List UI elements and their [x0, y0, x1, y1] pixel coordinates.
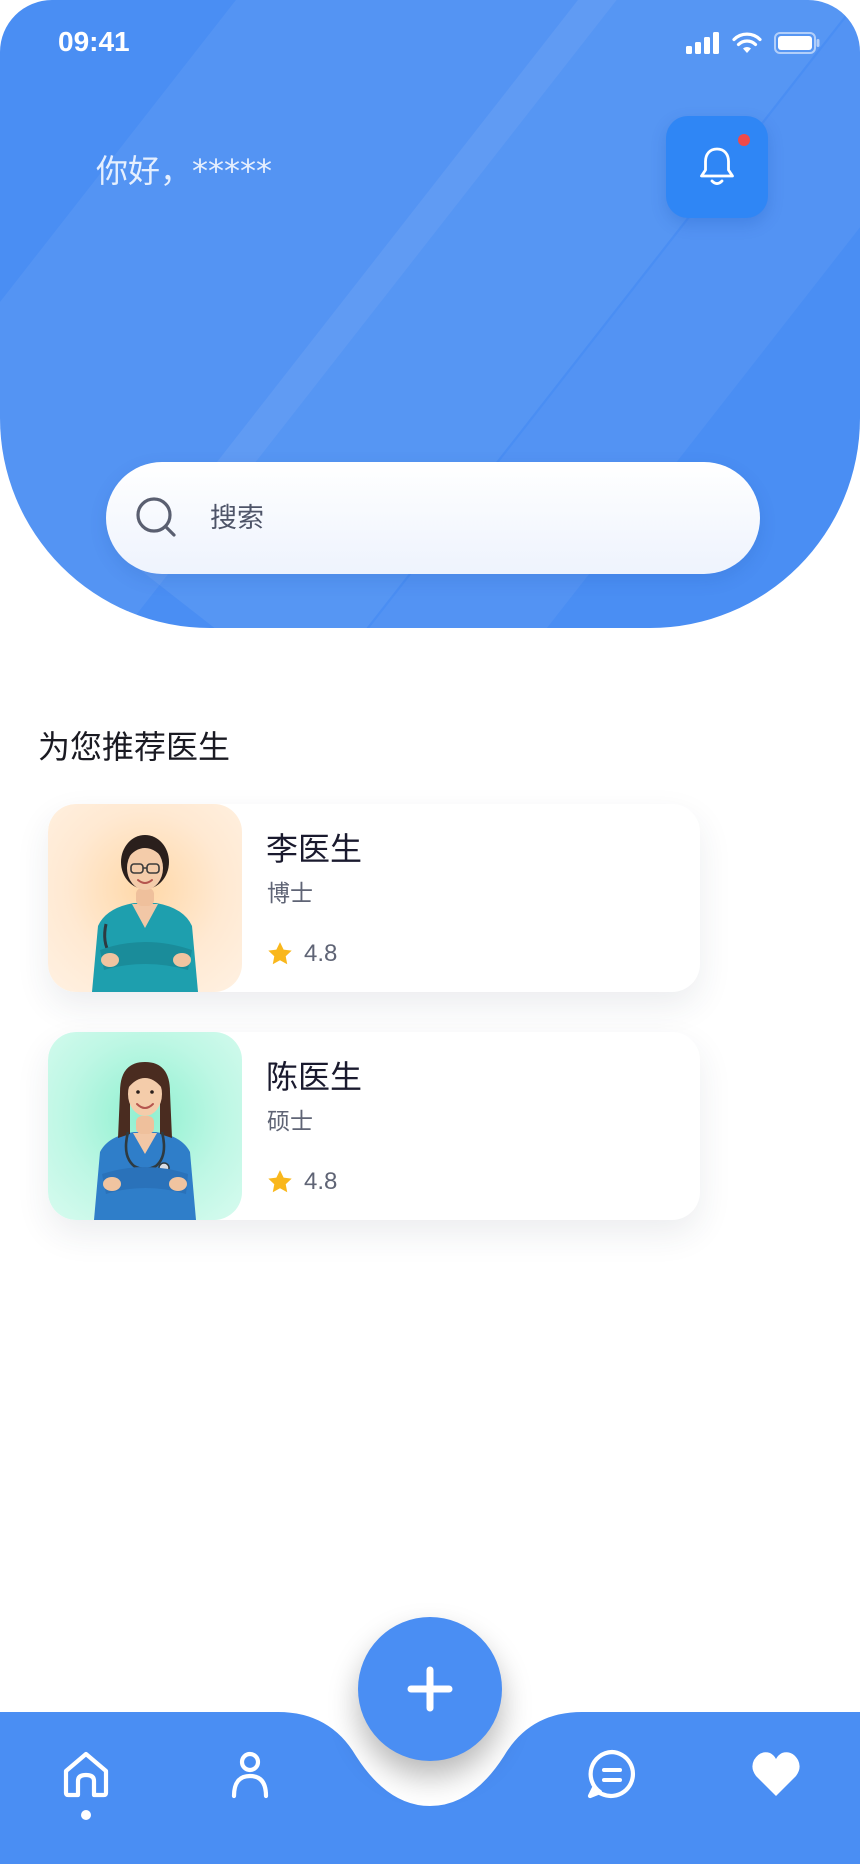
doctor-photo [48, 804, 242, 992]
signal-icon [686, 32, 719, 54]
chat-icon [587, 1749, 636, 1799]
doctor-name: 李医生 [266, 830, 363, 868]
search-input[interactable] [210, 502, 730, 534]
bell-icon [700, 147, 734, 185]
notification-button[interactable] [666, 116, 768, 218]
star-icon [268, 942, 292, 965]
greeting-text: 你好，***** [96, 152, 273, 190]
status-icons [686, 32, 820, 54]
doctor-degree: 硕士 [267, 1109, 313, 1135]
rating-value: 4.8 [304, 1168, 338, 1195]
star-icon [268, 1170, 292, 1193]
search-icon [136, 497, 176, 537]
profile-icon [231, 1751, 269, 1799]
doctor-card[interactable]: 陈医生 硕士 4.8 [48, 1032, 700, 1220]
doctor-name: 陈医生 [266, 1058, 363, 1096]
rating-value: 4.8 [304, 940, 338, 967]
doctor-card[interactable]: 李医生 博士 4.8 [48, 804, 700, 992]
notification-dot [738, 134, 750, 146]
doctor-photo [48, 1032, 242, 1220]
doctor-rating: 4.8 [266, 940, 337, 968]
doctor-rating: 4.8 [266, 1168, 337, 1196]
nav-chat[interactable] [584, 1746, 640, 1802]
active-indicator-dot [81, 1810, 91, 1820]
section-title: 为您推荐医生 [38, 728, 231, 766]
doctor-avatar-illustration [92, 835, 198, 992]
nav-favorites[interactable] [748, 1746, 804, 1802]
heart-icon [752, 1752, 800, 1796]
search-bar[interactable] [106, 462, 760, 574]
add-icon [407, 1666, 453, 1712]
battery-icon [774, 32, 820, 54]
status-time: 09:41 [58, 26, 130, 57]
nav-profile[interactable] [222, 1746, 278, 1802]
app-screen: 09:41 你好，***** 搜索 为您推荐医生 李医生 博士 4.8 陈医生 … [0, 0, 860, 1864]
wifi-icon [732, 32, 762, 53]
home-icon [63, 1751, 109, 1798]
doctor-degree: 博士 [267, 881, 313, 907]
nav-home[interactable] [58, 1746, 114, 1802]
doctor-avatar-illustration [94, 1062, 196, 1220]
header-banner: 09:41 你好，***** [0, 0, 860, 628]
add-button[interactable] [358, 1617, 502, 1761]
